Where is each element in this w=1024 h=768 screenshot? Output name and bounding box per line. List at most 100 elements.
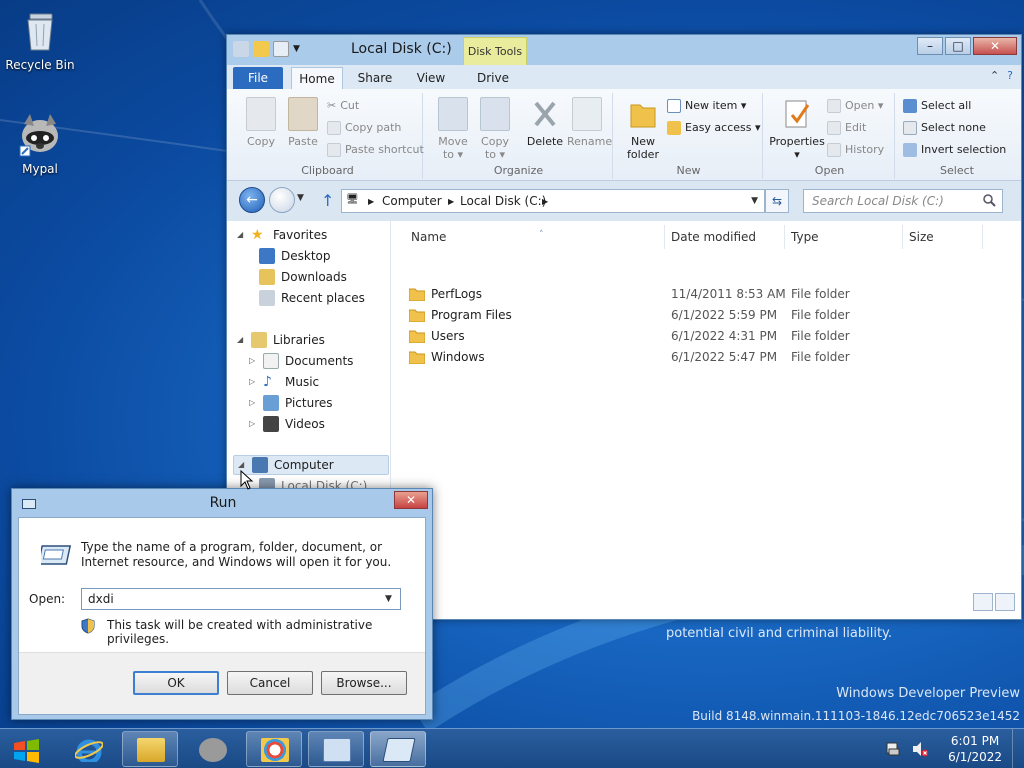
column-header-size[interactable]: Size [903, 225, 983, 249]
history-button[interactable]: History [827, 141, 884, 159]
tree-item-recent-places[interactable]: Recent places [259, 288, 365, 308]
open-label: Open: [29, 592, 66, 606]
column-header-name[interactable]: Name ˄ [405, 225, 665, 249]
clock[interactable]: 6:01 PM 6/1/2022 [948, 733, 1002, 765]
computer-icon [252, 457, 268, 473]
action-center-flag-icon[interactable] [886, 741, 902, 757]
volume-muted-icon[interactable] [912, 741, 929, 757]
collapsed-triangle-icon[interactable]: ▷ [249, 414, 257, 434]
taskbar-file-explorer[interactable] [122, 731, 178, 767]
expanded-triangle-icon[interactable]: ◢ [237, 225, 245, 245]
tab-file[interactable]: File [233, 67, 283, 89]
breadcrumb-separator-icon[interactable]: ▶ [448, 197, 454, 206]
ribbon-tabs: File Home Share View Drive ⌃ ? [227, 65, 1021, 89]
tree-item-music[interactable]: ▷ ♪ Music [249, 372, 319, 392]
tree-item-favorites[interactable]: ◢ ★ Favorites [237, 225, 327, 245]
taskbar-internet-explorer[interactable] [60, 731, 116, 767]
expanded-triangle-icon[interactable]: ◢ [237, 330, 245, 350]
column-header-type[interactable]: Type [785, 225, 903, 249]
maximize-button[interactable]: □ [945, 37, 971, 55]
new-folder-button[interactable]: New folder [623, 97, 663, 161]
tab-drive[interactable]: Drive [473, 67, 513, 89]
tree-item-downloads[interactable]: Downloads [259, 267, 347, 287]
address-history-chevron-icon[interactable]: ▼ [751, 196, 758, 206]
large-icons-view-icon[interactable] [995, 593, 1015, 611]
show-desktop-button[interactable] [1012, 729, 1024, 768]
address-box[interactable]: 🖥 ▶ Computer ▶ Local Disk (C:) ▶ ▼ [341, 189, 765, 213]
details-view-icon[interactable] [973, 593, 993, 611]
breadcrumb-separator-icon[interactable]: ▶ [368, 197, 374, 206]
tab-view[interactable]: View [411, 67, 451, 89]
desktop-icon-mypal[interactable]: Mypal [0, 110, 80, 176]
collapsed-triangle-icon[interactable]: ▷ [249, 393, 257, 413]
recent-locations-chevron-icon[interactable]: ▼ [297, 193, 304, 203]
invert-selection-button[interactable]: Invert selection [903, 141, 1006, 159]
breadcrumb-separator-icon[interactable]: ▶ [542, 197, 548, 206]
breadcrumb-computer[interactable]: Computer [382, 194, 442, 208]
tab-home[interactable]: Home [291, 67, 343, 89]
move-to-button[interactable]: Move to ▾ [433, 97, 473, 161]
column-header-date[interactable]: Date modified [665, 225, 785, 249]
invert-selection-icon [903, 143, 917, 157]
title-bar[interactable]: ▼ Local Disk (C:) Disk Tools – □ ✕ [227, 35, 1021, 65]
edit-button[interactable]: Edit [827, 119, 866, 137]
properties-quick-icon[interactable] [253, 41, 269, 57]
delete-button[interactable]: Delete [525, 97, 565, 148]
copy-to-button[interactable]: Copy to ▾ [475, 97, 515, 161]
tree-item-computer[interactable]: ◢ Computer [233, 455, 389, 475]
file-row[interactable]: Users 6/1/2022 4:31 PM File folder [405, 326, 1005, 347]
app-menu-icon[interactable] [233, 41, 249, 57]
desktop-icon-recycle-bin[interactable]: Recycle Bin [0, 6, 80, 72]
properties-button[interactable]: Properties ▾ [769, 97, 825, 161]
easy-access-button[interactable]: Easy access ▾ [667, 119, 761, 137]
file-row[interactable]: Program Files 6/1/2022 5:59 PM File fold… [405, 305, 1005, 326]
back-button[interactable]: ← [239, 187, 265, 213]
up-arrow-icon[interactable]: ↑ [321, 191, 334, 210]
taskbar-paint[interactable] [246, 731, 302, 767]
file-row[interactable]: PerfLogs 11/4/2011 8:53 AM File folder [405, 284, 1005, 305]
close-button[interactable]: ✕ [973, 37, 1017, 55]
taskbar-run[interactable] [370, 731, 426, 767]
cut-button[interactable]: ✂ Cut [327, 97, 359, 115]
chevron-down-icon[interactable]: ▼ [293, 44, 300, 54]
tab-share[interactable]: Share [355, 67, 395, 89]
group-label-select: Select [940, 164, 974, 177]
chevron-up-icon[interactable]: ⌃ [990, 69, 999, 82]
paste-button[interactable]: Paste [283, 97, 323, 148]
tree-item-desktop[interactable]: Desktop [259, 246, 331, 266]
refresh-button[interactable]: ⇆ [765, 189, 789, 213]
minimize-button[interactable]: – [917, 37, 943, 55]
copy-button[interactable]: Copy [241, 97, 281, 148]
close-button[interactable]: ✕ [394, 491, 428, 509]
control-panel-icon [323, 738, 351, 762]
paste-shortcut-button[interactable]: Paste shortcut [327, 141, 424, 159]
file-row[interactable]: Windows 6/1/2022 5:47 PM File folder [405, 347, 1005, 368]
search-input[interactable]: Search Local Disk (C:) [803, 189, 1003, 213]
tree-item-pictures[interactable]: ▷ Pictures [249, 393, 333, 413]
new-item-button[interactable]: New item ▾ [667, 97, 746, 115]
recycle-bin-icon [16, 6, 64, 54]
select-all-button[interactable]: Select all [903, 97, 971, 115]
rename-button[interactable]: Rename [567, 97, 612, 148]
properties-icon [782, 97, 812, 131]
chevron-down-icon[interactable]: ▼ [385, 594, 392, 604]
collapsed-triangle-icon[interactable]: ▷ [249, 351, 257, 371]
open-button[interactable]: Open ▾ [827, 97, 883, 115]
help-icon[interactable]: ? [1007, 69, 1013, 82]
browse-button[interactable]: Browse... [321, 671, 407, 695]
ok-button[interactable]: OK [133, 671, 219, 695]
tree-item-videos[interactable]: ▷ Videos [249, 414, 325, 434]
select-none-button[interactable]: Select none [903, 119, 986, 137]
taskbar-mypal[interactable] [184, 731, 240, 767]
tree-item-libraries[interactable]: ◢ Libraries [237, 330, 325, 350]
collapsed-triangle-icon[interactable]: ▷ [249, 372, 257, 392]
new-folder-quick-icon[interactable] [273, 41, 289, 57]
copy-path-button[interactable]: Copy path [327, 119, 401, 137]
taskbar-control-panel[interactable] [308, 731, 364, 767]
tree-item-documents[interactable]: ▷ Documents [249, 351, 353, 371]
cancel-button[interactable]: Cancel [227, 671, 313, 695]
open-combo-input[interactable] [81, 588, 401, 610]
forward-button[interactable] [269, 187, 295, 213]
breadcrumb-local-disk[interactable]: Local Disk (C:) [460, 194, 546, 208]
start-button[interactable] [6, 733, 48, 767]
